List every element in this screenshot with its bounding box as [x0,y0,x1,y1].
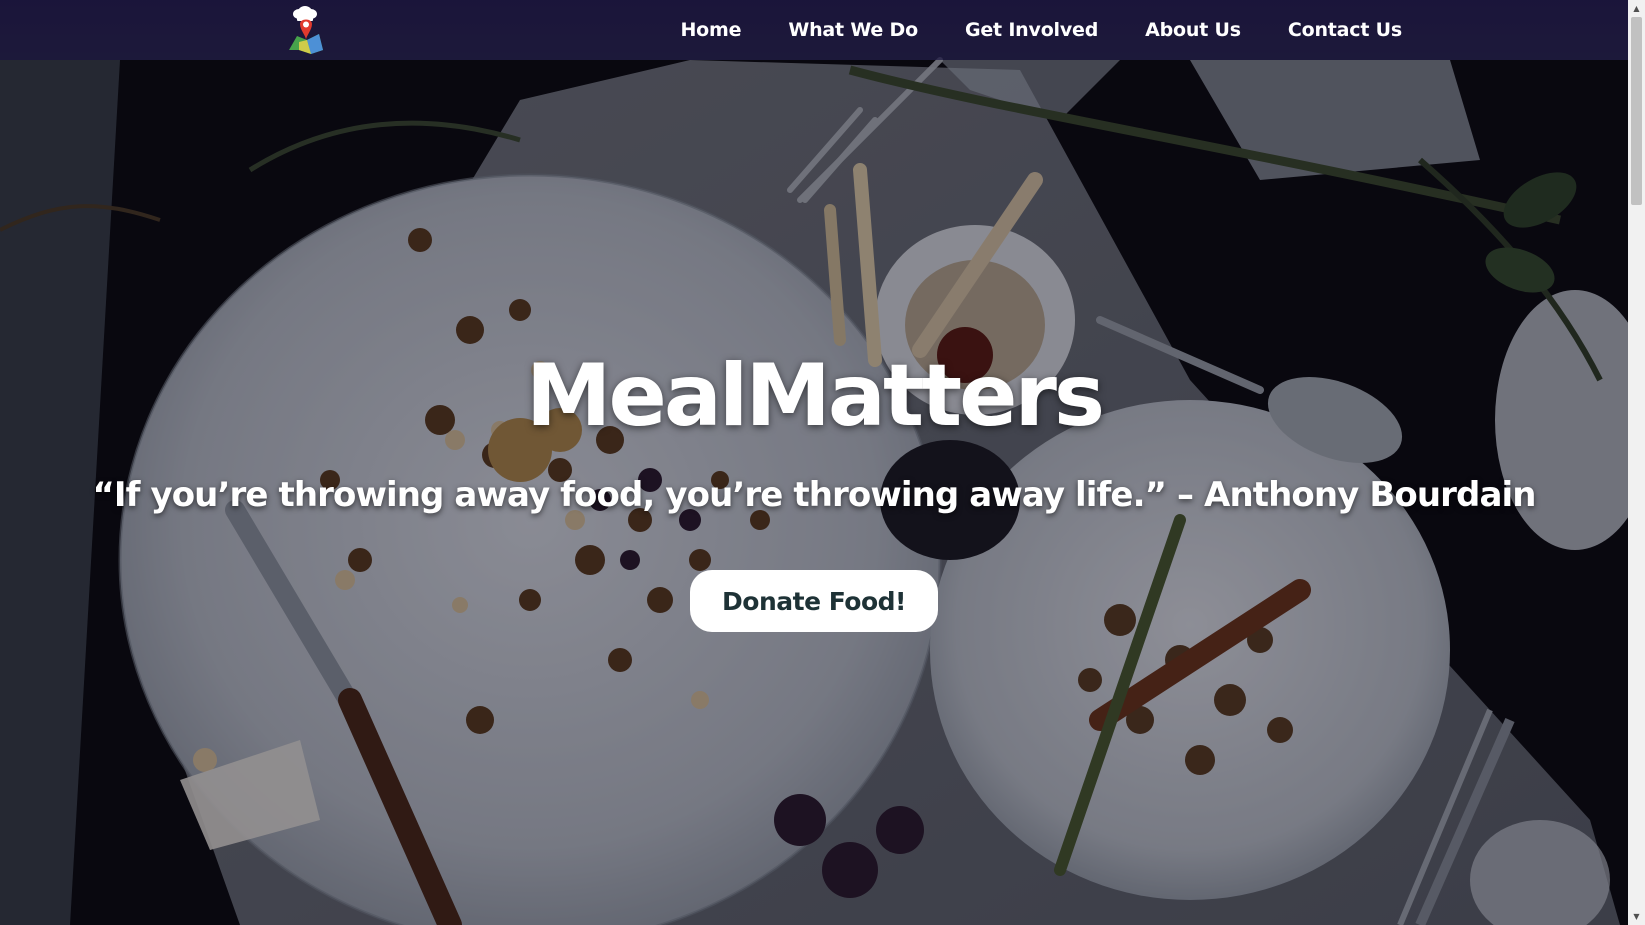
main-nav: Home What We Do Get Involved About Us Co… [680,0,1402,60]
hero-title: MealMatters [525,346,1105,446]
navbar: Home What We Do Get Involved About Us Co… [0,0,1628,60]
vertical-scrollbar[interactable]: ▲ ▼ [1628,0,1645,925]
nav-contact-us[interactable]: Contact Us [1288,19,1402,41]
page: Home What We Do Get Involved About Us Co… [0,0,1645,925]
donate-food-button[interactable]: Donate Food! [690,570,938,632]
nav-about-us[interactable]: About Us [1145,19,1241,41]
scrollbar-thumb[interactable] [1631,17,1642,205]
nav-what-we-do[interactable]: What We Do [788,19,918,41]
scroll-down-arrow-icon[interactable]: ▼ [1628,908,1645,925]
chef-map-pin-logo[interactable] [285,6,325,54]
scroll-up-arrow-icon[interactable]: ▲ [1628,0,1645,17]
nav-get-involved[interactable]: Get Involved [965,19,1098,41]
nav-home[interactable]: Home [680,19,741,41]
hero-quote: “If you’re throwing away food, you’re th… [92,475,1536,515]
logo-icon [289,6,323,54]
hero-content: MealMatters “If you’re throwing away foo… [0,0,1628,925]
